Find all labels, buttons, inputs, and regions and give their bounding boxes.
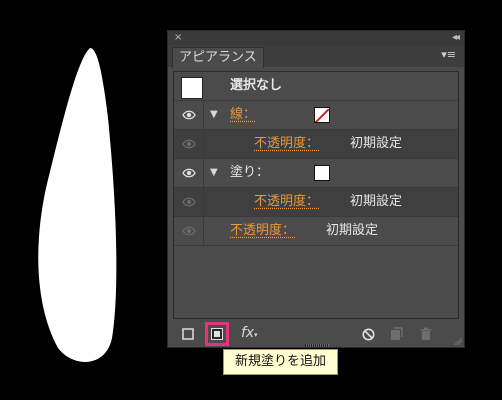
selection-row[interactable]: 選択なし — [174, 72, 458, 101]
object-opacity-value: 初期設定 — [326, 223, 379, 238]
eye-icon[interactable] — [182, 139, 196, 149]
appearance-panel: × ◂◂ アピアランス ▾≡ 選択なし ▼ 線： 不透明度： 初期設定 ▼ 塗り… — [167, 30, 465, 348]
disclosure-triangle-icon[interactable]: ▼ — [210, 109, 218, 120]
white-leaf-shape — [38, 48, 117, 362]
fill-opacity-label[interactable]: 不透明度： — [254, 194, 319, 210]
eye-column — [174, 130, 204, 158]
collapse-icon[interactable]: ◂◂ — [452, 31, 460, 45]
tab-appearance[interactable]: アピアランス — [172, 47, 264, 68]
new-fill-icon[interactable] — [211, 328, 223, 340]
eye-icon[interactable] — [182, 197, 196, 207]
panel-tab-row: アピアランス ▾≡ — [168, 45, 464, 68]
object-opacity-label[interactable]: 不透明度： — [230, 223, 295, 239]
resize-grip[interactable] — [305, 344, 329, 347]
none-swatch-icon[interactable] — [314, 107, 330, 123]
selection-thumbnail — [181, 77, 203, 99]
panel-titlebar: × ◂◂ — [168, 31, 464, 45]
trash-icon[interactable] — [420, 327, 432, 341]
fill-row[interactable]: ▼ 塗り： — [174, 159, 458, 188]
fx-icon[interactable]: fx — [241, 325, 254, 341]
stroke-opacity-value: 初期設定 — [350, 136, 403, 151]
stroke-row[interactable]: ▼ 線： — [174, 101, 458, 130]
stroke-label[interactable]: 線： — [230, 107, 256, 123]
square-outline-icon[interactable] — [182, 328, 194, 340]
eye-icon[interactable] — [182, 168, 196, 178]
object-opacity-row[interactable]: 不透明度： 初期設定 — [174, 217, 458, 246]
resize-corner-icon[interactable] — [454, 337, 462, 345]
panel-menu-icon[interactable]: ▾≡ — [441, 48, 456, 61]
eye-icon[interactable] — [182, 226, 196, 236]
eye-column — [174, 188, 204, 216]
stroke-opacity-label[interactable]: 不透明度： — [254, 136, 319, 152]
chevron-down-icon: ▾ — [254, 331, 258, 339]
close-icon[interactable]: × — [174, 31, 182, 45]
fill-swatch[interactable] — [314, 165, 330, 181]
clear-icon[interactable] — [362, 328, 375, 341]
eye-column — [174, 217, 204, 245]
tooltip: 新規塗りを追加 — [223, 349, 338, 375]
duplicate-icon[interactable] — [390, 327, 403, 341]
disclosure-triangle-icon[interactable]: ▼ — [210, 167, 218, 178]
eye-icon[interactable] — [182, 110, 196, 120]
fill-opacity-row[interactable]: 不透明度： 初期設定 — [174, 188, 458, 217]
appearance-list: 選択なし ▼ 線： 不透明度： 初期設定 ▼ 塗り： 不透明度： 初期設定 不透… — [173, 71, 459, 319]
eye-column — [174, 101, 204, 129]
stroke-opacity-row[interactable]: 不透明度： 初期設定 — [174, 130, 458, 159]
fill-opacity-value: 初期設定 — [350, 194, 403, 209]
fill-label[interactable]: 塗り： — [230, 165, 269, 181]
selection-label: 選択なし — [230, 78, 283, 93]
eye-column — [174, 159, 204, 187]
